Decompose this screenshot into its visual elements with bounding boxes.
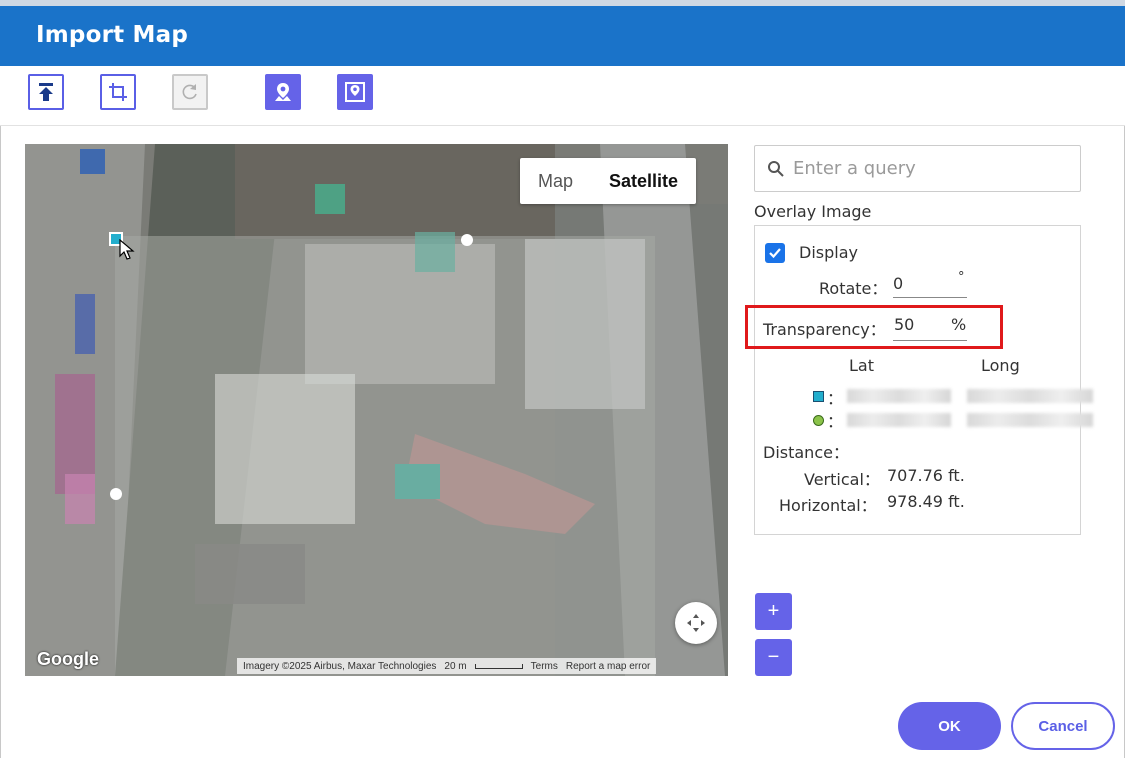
- overlay-corner-circle-marker[interactable]: [461, 234, 473, 246]
- dialog-right-edge: [1118, 66, 1125, 758]
- dialog-titlebar: Import Map: [0, 0, 1125, 66]
- rotate-input[interactable]: 0: [893, 274, 903, 293]
- square-point-long-redacted: [967, 389, 1093, 403]
- dialog-title: Import Map: [36, 22, 189, 48]
- crop-icon: [109, 83, 127, 101]
- circle-point-long-redacted: [967, 413, 1093, 427]
- search-icon: [768, 160, 784, 177]
- vertical-value: 707.76 ft.: [887, 466, 965, 485]
- map-imagery: [25, 144, 728, 676]
- upload-top-button[interactable]: [28, 74, 64, 110]
- square-point-lat-redacted: [847, 389, 951, 403]
- overlay-settings-box: Display Rotate： 0 ° Transparency： 50 % L…: [754, 225, 1093, 535]
- search-box: [754, 145, 1081, 192]
- map-type-satellite[interactable]: Satellite: [591, 158, 696, 204]
- rotate-button[interactable]: [172, 74, 208, 110]
- crop-button[interactable]: [100, 74, 136, 110]
- scale-bar: [474, 663, 523, 669]
- display-checkbox[interactable]: [765, 243, 785, 263]
- circle-point-lat-redacted: [847, 413, 951, 427]
- satellite-map[interactable]: Map Satellite Google Imagery ©2025 Airbu…: [25, 144, 728, 676]
- distance-label: Distance：: [763, 443, 849, 462]
- map-attribution-bar: Imagery ©2025 Airbus, Maxar Technologies…: [237, 658, 657, 674]
- long-header: Long: [981, 356, 1020, 375]
- camera-control-button[interactable]: [675, 602, 717, 644]
- image-location-icon: [345, 82, 365, 102]
- horizontal-value: 978.49 ft.: [887, 492, 965, 511]
- ok-button[interactable]: OK: [898, 702, 1001, 750]
- horizontal-label: Horizontal：: [779, 496, 877, 515]
- square-point-icon: [813, 391, 824, 402]
- lat-header: Lat: [849, 356, 874, 375]
- transparency-highlight-box: [745, 305, 1003, 349]
- toolbar: [0, 66, 1125, 126]
- map-pin-icon: [275, 83, 291, 101]
- report-error-link[interactable]: Report a map error: [566, 661, 650, 672]
- display-label: Display: [799, 243, 858, 262]
- rotate-input-underline: [893, 297, 967, 298]
- dialog-left-edge: [0, 66, 7, 758]
- circle-point-icon: [813, 415, 824, 426]
- overlay-image-heading: Overlay Image: [754, 202, 872, 221]
- rotate-label: Rotate：: [819, 279, 888, 298]
- imagery-attribution: Imagery ©2025 Airbus, Maxar Technologies: [243, 660, 437, 672]
- overlay-edge-marker[interactable]: [110, 488, 122, 500]
- upload-top-icon: [39, 83, 53, 101]
- image-location-button[interactable]: [337, 74, 373, 110]
- rotate-unit: °: [958, 270, 965, 285]
- circle-point-separator: ：: [827, 412, 844, 431]
- move-arrows-icon: [687, 614, 705, 632]
- map-pin-button[interactable]: [265, 74, 301, 110]
- map-type-toggle: Map Satellite: [520, 158, 697, 204]
- mouse-cursor-icon: [119, 239, 135, 260]
- cancel-button[interactable]: Cancel: [1011, 702, 1115, 750]
- zoom-out-button[interactable]: −: [755, 639, 792, 676]
- search-input[interactable]: [793, 158, 1063, 179]
- map-type-map[interactable]: Map: [520, 158, 591, 204]
- terms-link[interactable]: Terms: [531, 661, 558, 672]
- rotate-icon: [182, 84, 197, 100]
- scale-label: 20 m: [444, 660, 467, 672]
- vertical-label: Vertical：: [804, 470, 880, 489]
- zoom-in-button[interactable]: +: [755, 593, 792, 630]
- google-logo: Google: [37, 649, 99, 669]
- check-icon: [769, 248, 781, 259]
- square-point-separator: ：: [827, 389, 844, 408]
